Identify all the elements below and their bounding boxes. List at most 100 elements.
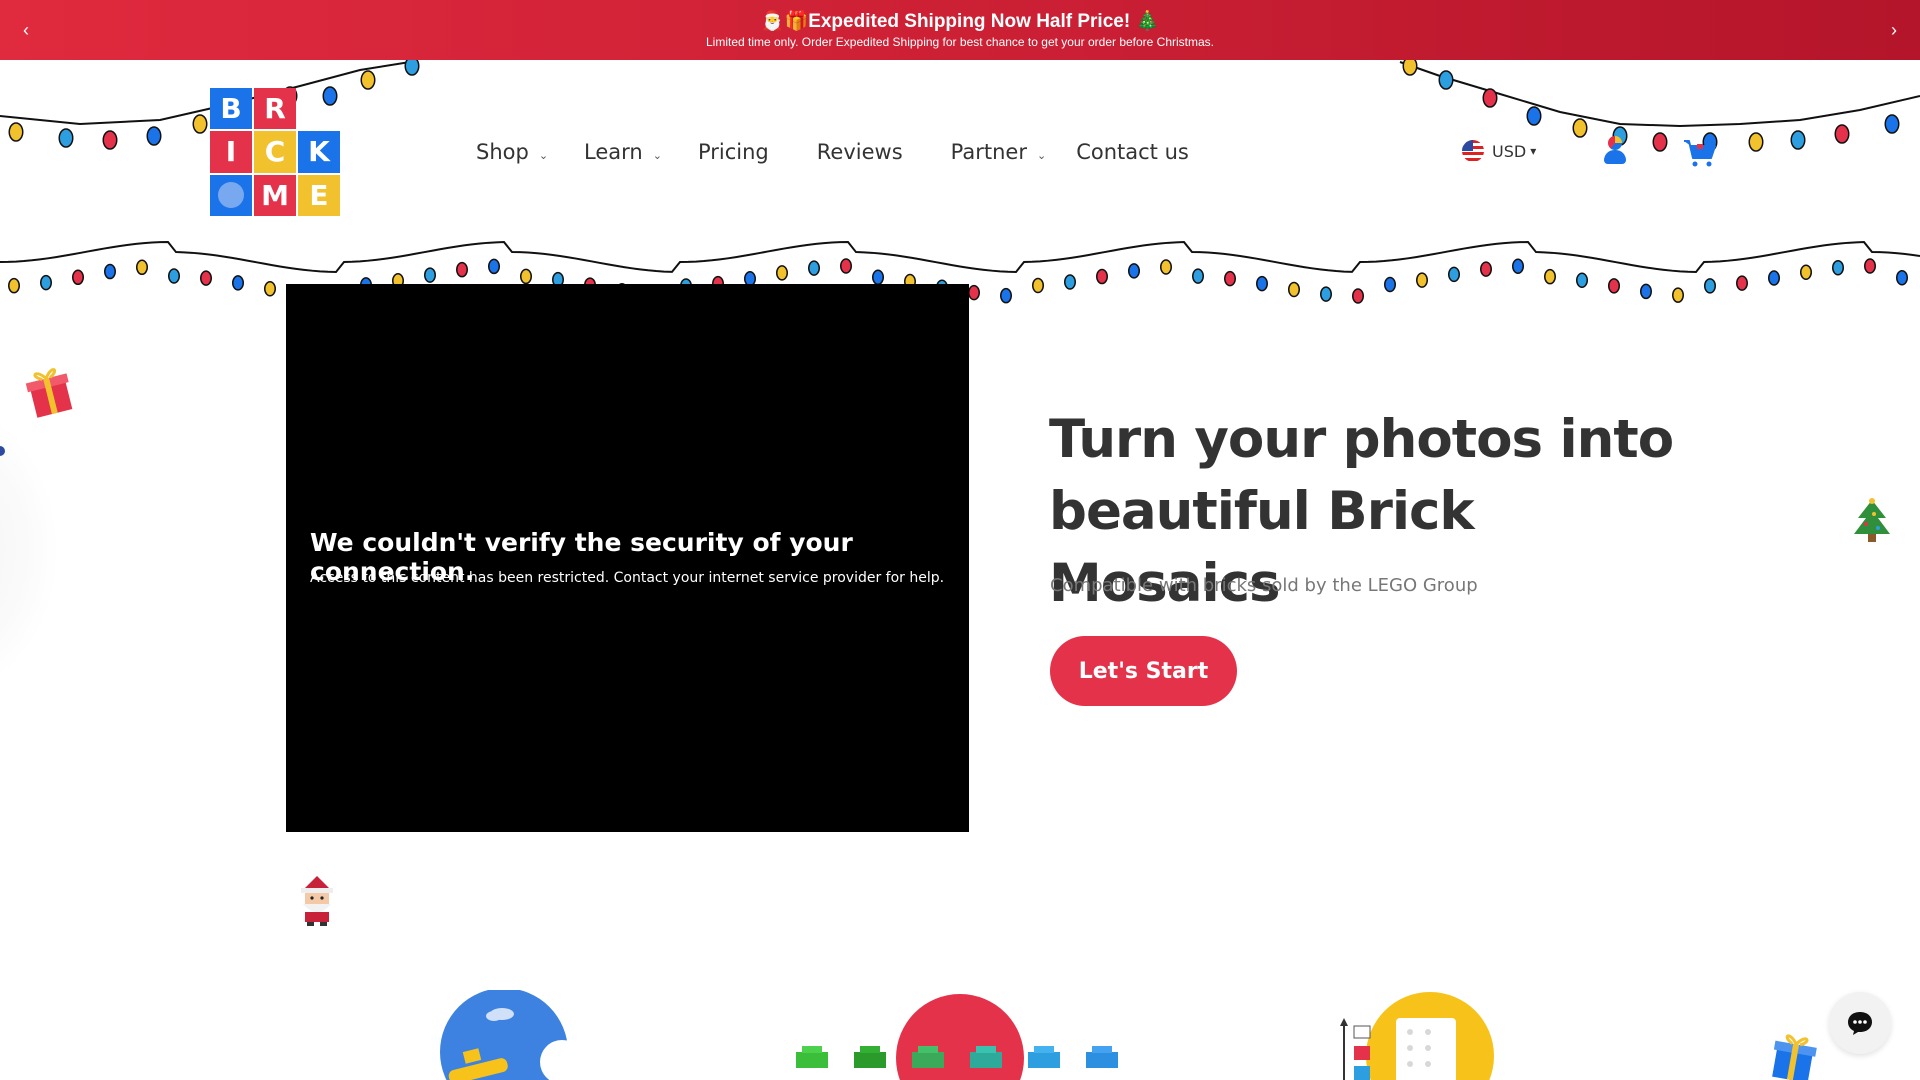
light-bulb (1096, 268, 1108, 285)
gift-blue-icon (1772, 1034, 1817, 1080)
brickme-logo[interactable]: BRICKME (210, 88, 340, 216)
announcement-headline: 🎅🎁Expedited Shipping Now Half Price! 🎄 (760, 11, 1160, 32)
light-bulb (104, 263, 116, 280)
chevron-down-icon: ⌄ (652, 148, 662, 162)
light-bulb (1800, 264, 1812, 280)
account-icon-head (1608, 136, 1622, 150)
lets-start-button[interactable]: Let's Start (1050, 636, 1237, 706)
light-bulb (1652, 132, 1668, 152)
nav-partner[interactable]: Partner ⌄ (951, 140, 1047, 164)
lower-light-strand (0, 240, 1920, 273)
light-bulb (1544, 268, 1556, 285)
logo-tile-letter: E (298, 174, 340, 216)
light-bulb (8, 277, 20, 294)
light-bulb (1224, 270, 1236, 287)
nav-learn-label: Learn (584, 140, 643, 164)
light-bulb (1572, 118, 1588, 138)
light-bulb (776, 265, 788, 281)
light-bulb (360, 70, 376, 90)
light-bulb (102, 130, 118, 150)
light-bulb (200, 270, 212, 286)
caret-down-icon: ▾ (1530, 144, 1537, 158)
light-bulb (1320, 286, 1332, 302)
nav-pricing[interactable]: Pricing (698, 140, 769, 164)
announcement-subtext: Limited time only. Order Expedited Shipp… (705, 35, 1215, 49)
light-bulb (1384, 276, 1396, 293)
light-bulb (168, 268, 180, 284)
light-bulb (520, 268, 532, 285)
light-bulb (1512, 258, 1524, 274)
nav-contact[interactable]: Contact us (1076, 140, 1189, 164)
light-bulb (8, 122, 24, 142)
nav-pricing-label: Pricing (697, 140, 769, 164)
light-bulb (1128, 263, 1140, 279)
chat-icon (1848, 1012, 1872, 1035)
light-bulb (1672, 287, 1684, 303)
light-bulb (1790, 130, 1806, 150)
side-drawer-tab[interactable] (0, 400, 60, 700)
light-bulb (40, 274, 52, 291)
instructions-icon (1340, 992, 1494, 1080)
light-bulb (1608, 278, 1620, 294)
light-bulb (1160, 259, 1172, 275)
cart-icon[interactable] (1683, 138, 1717, 168)
gift-icon (25, 368, 73, 418)
light-bulb (1834, 124, 1850, 144)
chevron-down-icon: ⌄ (1036, 148, 1047, 162)
light-bulb (1000, 287, 1012, 304)
light-bulb (1526, 106, 1542, 126)
currency-selector[interactable]: USD ▾ (1462, 140, 1536, 162)
light-bulb (1884, 114, 1900, 134)
nav-shop[interactable]: Shop ⌄ (476, 140, 548, 164)
light-bulb (840, 258, 852, 274)
light-bulb (808, 260, 820, 276)
light-bulb (192, 114, 208, 134)
logo-tile-letter: I (210, 131, 252, 173)
light-bulb (232, 275, 244, 291)
logo-tile-dot (210, 174, 252, 216)
nav-learn[interactable]: Learn ⌄ (584, 140, 662, 164)
rocket-moon-icon (440, 990, 572, 1080)
light-bulb (488, 258, 500, 275)
logo-tile-letter: C (254, 131, 296, 173)
light-bulb (1352, 288, 1364, 304)
light-bulb (1832, 259, 1844, 276)
logo-tile-letter: R (254, 88, 296, 130)
announcement-next-arrow[interactable]: › (1880, 16, 1908, 44)
light-bulb (1736, 275, 1748, 291)
light-bulb (1576, 272, 1588, 289)
bricks-icon (796, 994, 1118, 1080)
logo-tile-letter: K (298, 131, 340, 173)
chevron-down-icon: ⌄ (538, 148, 549, 162)
hero-video-player[interactable]: We couldn't verify the security of your … (286, 284, 969, 832)
light-bulb (146, 126, 162, 146)
logo-tile-empty (298, 88, 340, 129)
upper-right-light-strand (1399, 61, 1920, 128)
light-bulb (1288, 281, 1300, 298)
santa-icon (301, 876, 333, 926)
hero-subtitle: Compatible with bricks sold by the LEGO … (1050, 575, 1478, 596)
light-bulb (872, 269, 884, 286)
light-bulb (456, 261, 468, 278)
light-bulb (72, 269, 84, 286)
currency-code: USD (1492, 141, 1527, 161)
light-bulb (1192, 268, 1204, 284)
light-bulb (1064, 274, 1076, 290)
nav-reviews[interactable]: Reviews (817, 140, 903, 164)
nav-shop-label: Shop (476, 140, 529, 164)
light-bulb (1704, 278, 1716, 294)
light-bulb (1032, 277, 1044, 294)
account-icon-body (1604, 150, 1626, 164)
light-bulb (1256, 275, 1268, 292)
nav-partner-label: Partner (950, 140, 1027, 164)
nav-contact-label: Contact us (1076, 140, 1189, 164)
light-bulb (264, 280, 276, 297)
chat-button[interactable] (1829, 992, 1891, 1054)
account-icon[interactable] (1604, 136, 1626, 166)
light-bulb (1640, 283, 1652, 300)
nav-reviews-label: Reviews (816, 140, 903, 164)
logo-tile-letter: B (210, 88, 252, 130)
logo-dot-icon (218, 182, 244, 209)
light-bulb (1748, 132, 1764, 152)
light-bulb (1480, 261, 1492, 277)
